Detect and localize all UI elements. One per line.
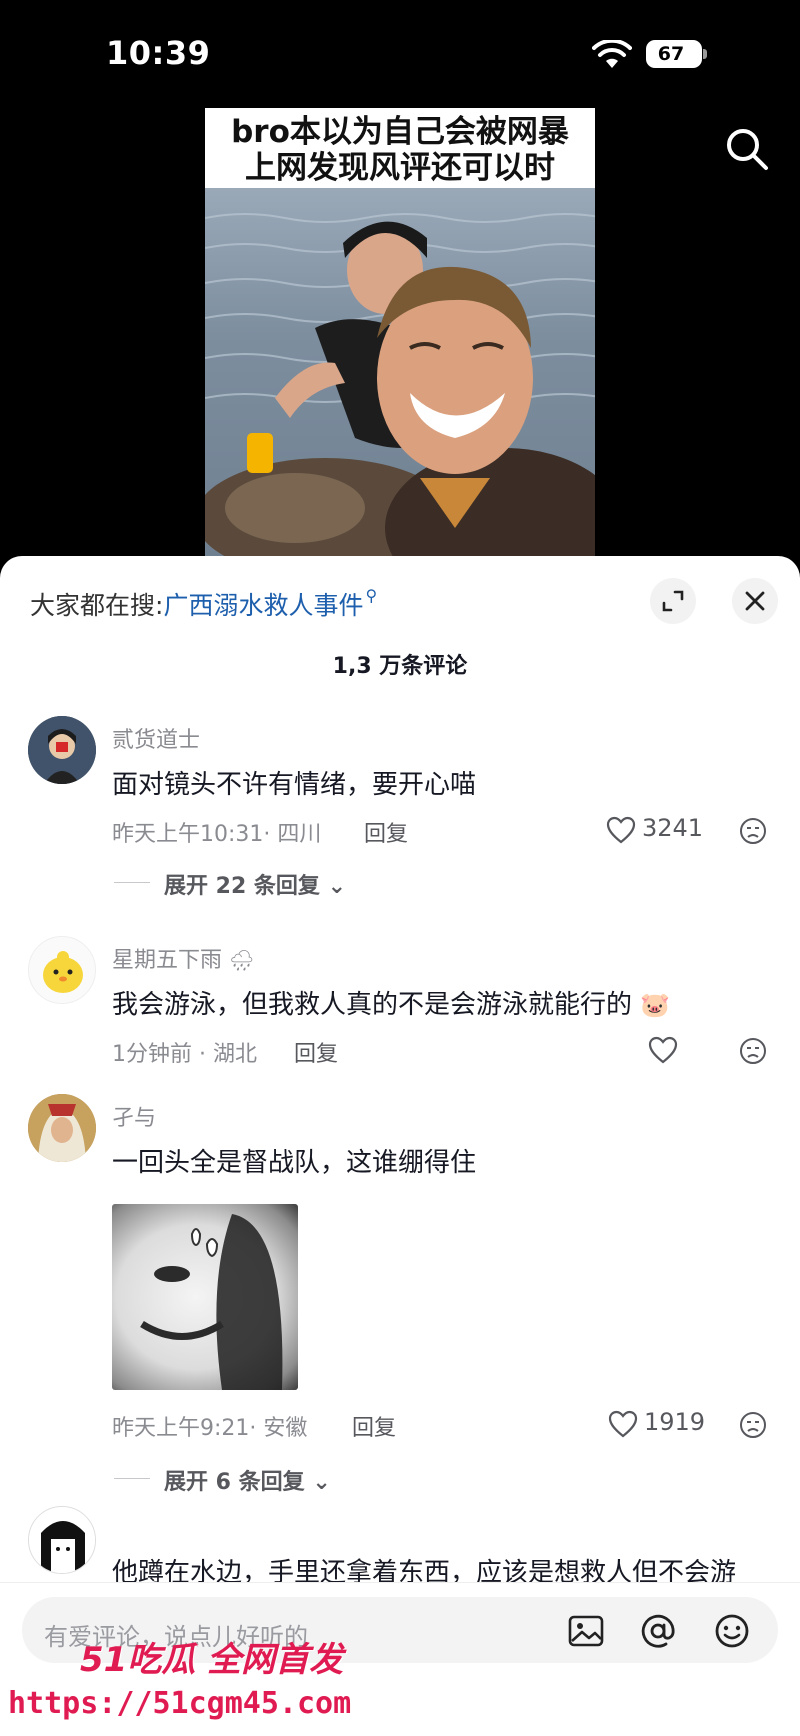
expand-replies-button[interactable]: 展开 22 条回复 ⌄ — [164, 868, 346, 900]
chevron-down-icon: ⌄ — [312, 1470, 331, 1495]
like-count: 3241 — [642, 814, 704, 842]
like-count: 1919 — [644, 1408, 706, 1436]
trending-search[interactable]: 大家都在搜:广西溺水救人事件 ⚲ — [30, 586, 377, 622]
avatar[interactable] — [28, 1506, 96, 1574]
emoji-icon[interactable] — [712, 1611, 752, 1651]
video-caption: bro本以为自己会被网暴 上网发现风评还可以时 — [205, 108, 595, 188]
comment-image[interactable] — [112, 1204, 298, 1390]
wifi-icon — [592, 40, 632, 68]
avatar[interactable] — [28, 936, 96, 1004]
comment-text-body: 我会游泳，但我救人真的不是会游泳就能行的 — [112, 990, 633, 1020]
video-player[interactable]: bro本以为自己会被网暴 上网发现风评还可以时 — [205, 108, 595, 556]
watermark-line1: 51吃瓜 全网首发 — [80, 1640, 344, 1680]
comment-meta: 昨天上午10:31· 四川 — [112, 822, 322, 847]
dislike-icon[interactable] — [738, 816, 768, 846]
reply-button[interactable]: 回复 — [352, 1410, 396, 1442]
video-caption-line2: 上网发现风评还可以时 — [245, 150, 555, 186]
close-icon — [745, 591, 765, 611]
comment-author-name: 星期五下雨 — [112, 948, 223, 973]
battery-level: 67 — [657, 43, 685, 65]
expand-replies-button[interactable]: 展开 6 条回复 ⌄ — [164, 1464, 331, 1496]
avatar-image — [29, 1507, 95, 1573]
avatar-image — [28, 716, 96, 784]
reply-button[interactable]: 回复 — [364, 816, 408, 848]
rain-cloud-icon: 🌧 — [229, 948, 255, 972]
like-icon[interactable] — [606, 816, 636, 844]
expand-icon — [662, 590, 684, 612]
close-button[interactable] — [732, 578, 778, 624]
expand-divider — [114, 1478, 150, 1479]
comment-author[interactable]: 孑与 — [112, 1100, 156, 1132]
video-frame-illustration — [205, 213, 595, 556]
chevron-down-icon: ⌄ — [327, 874, 347, 899]
video-frame — [205, 188, 595, 556]
like-icon[interactable] — [648, 1036, 678, 1064]
comment-meta: 1分钟前 · 湖北 — [112, 1042, 257, 1067]
status-bar: 10:39 67 — [0, 0, 800, 100]
expand-divider — [114, 882, 150, 883]
trending-search-icon: ⚲ — [365, 586, 378, 605]
image-icon[interactable] — [566, 1611, 606, 1651]
trending-query[interactable]: 广西溺水救人事件 — [163, 591, 363, 620]
comment-count: 1,3 万条评论 — [332, 654, 468, 679]
avatar-image — [28, 1094, 96, 1162]
battery-nub — [703, 49, 707, 59]
battery-icon: 67 — [646, 40, 702, 68]
dislike-icon[interactable] — [738, 1036, 768, 1066]
watermark-url: https://51cgm45.com — [8, 1686, 352, 1721]
comment-text: 一回头全是督战队，这谁绷得住 — [112, 1148, 477, 1178]
expand-replies-label: 展开 6 条回复 — [164, 1470, 305, 1495]
meme-sticker-image — [140, 1214, 283, 1390]
comment-author[interactable]: 星期五下雨 🌧 — [112, 942, 254, 974]
expand-sheet-button[interactable] — [650, 578, 696, 624]
trending-prefix: 大家都在搜: — [30, 591, 164, 620]
comment-sheet: 大家都在搜:广西溺水救人事件 ⚲ 1,3 万条评论 贰货道士 面对镜头不许有情绪，… — [0, 556, 800, 1736]
comment-text: 面对镜头不许有情绪，要开心喵 — [112, 770, 477, 800]
dislike-icon[interactable] — [738, 1410, 768, 1440]
like-icon[interactable] — [608, 1410, 638, 1438]
status-time: 10:39 — [106, 34, 211, 72]
avatar[interactable] — [28, 716, 96, 784]
avatar-image — [29, 937, 95, 1003]
pig-face-icon: 🐷 — [640, 991, 671, 1019]
search-icon[interactable] — [724, 126, 770, 172]
video-caption-line1: bro本以为自己会被网暴 — [231, 114, 569, 150]
comment-meta: 昨天上午9:21· 安徽 — [112, 1416, 308, 1441]
mention-icon[interactable] — [638, 1611, 678, 1651]
reply-button[interactable]: 回复 — [294, 1036, 338, 1068]
comment-text: 我会游泳，但我救人真的不是会游泳就能行的 🐷 — [112, 984, 670, 1021]
comment-author[interactable]: 贰货道士 — [112, 722, 200, 754]
avatar[interactable] — [28, 1094, 96, 1162]
expand-replies-label: 展开 22 条回复 — [164, 874, 320, 899]
